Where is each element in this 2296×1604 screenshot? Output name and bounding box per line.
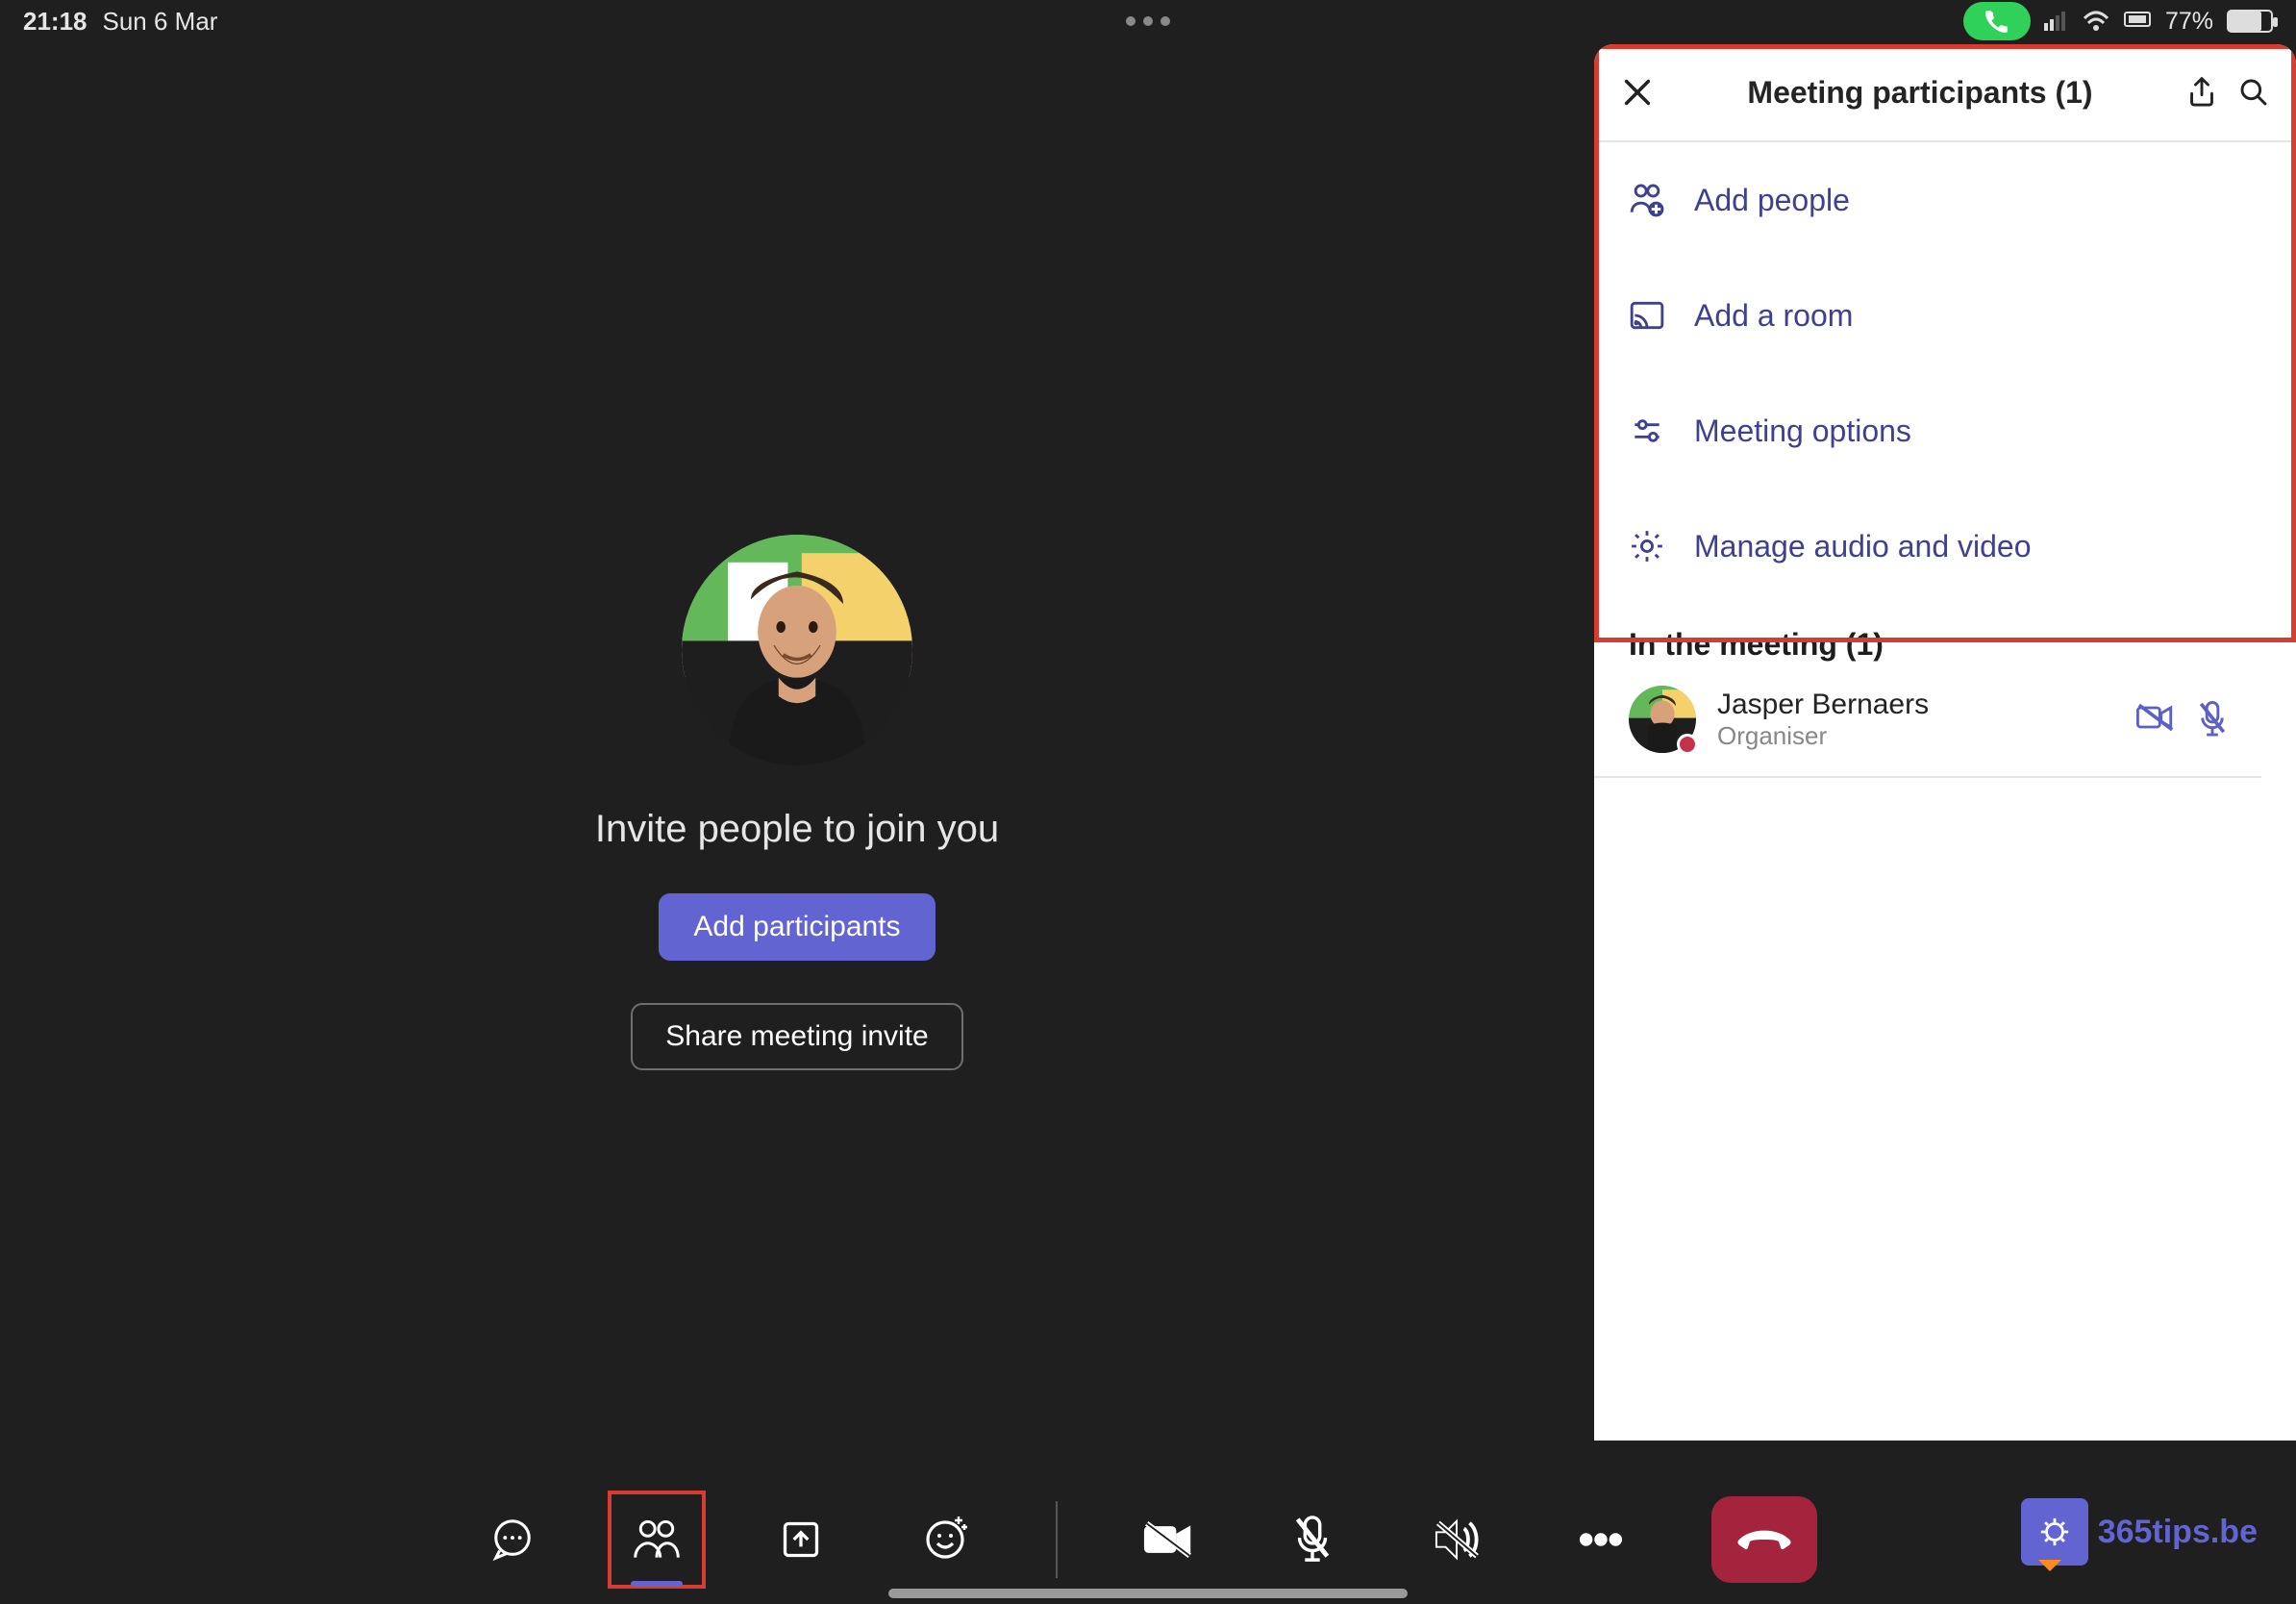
add-room-item[interactable]: Add a room <box>1594 258 2296 373</box>
toolbar-divider <box>1056 1501 1058 1578</box>
reactions-button[interactable] <box>911 1506 979 1573</box>
participant-row[interactable]: Jasper Bernaers Organiser <box>1594 676 2261 778</box>
carplay-icon <box>2123 11 2152 32</box>
add-room-label: Add a room <box>1694 298 1853 334</box>
phone-hangup-icon <box>1737 1525 1791 1554</box>
participant-avatar <box>1629 686 1696 753</box>
participants-button[interactable] <box>623 1506 690 1573</box>
gear-icon <box>1629 528 1665 564</box>
add-people-item[interactable]: Add people <box>1594 142 2296 258</box>
close-icon[interactable] <box>1621 76 1654 109</box>
search-icon[interactable] <box>2238 77 2269 108</box>
battery-icon <box>2227 10 2273 33</box>
home-indicator[interactable] <box>888 1589 1408 1598</box>
camera-off-button[interactable] <box>1135 1506 1202 1573</box>
participant-name: Jasper Bernaers <box>1717 689 1929 721</box>
more-actions-button[interactable] <box>1567 1506 1635 1573</box>
presence-dot-busy <box>1677 734 1698 755</box>
add-people-icon <box>1629 182 1665 218</box>
chat-button[interactable] <box>479 1506 546 1573</box>
share-icon[interactable] <box>2186 76 2217 109</box>
sliders-icon <box>1629 413 1665 449</box>
phone-icon <box>1984 8 2010 35</box>
meeting-options-label: Meeting options <box>1694 414 1911 449</box>
manage-av-item[interactable]: Manage audio and video <box>1594 489 2296 604</box>
add-people-label: Add people <box>1694 183 1850 218</box>
self-avatar <box>682 535 912 765</box>
speaker-off-button[interactable] <box>1423 1506 1490 1573</box>
call-indicator-pill[interactable] <box>1963 2 2031 40</box>
meeting-empty-state: Invite people to join you Add participan… <box>0 0 1594 1604</box>
cast-icon <box>1629 297 1665 334</box>
share-meeting-invite-button[interactable]: Share meeting invite <box>631 1003 963 1070</box>
invite-title: Invite people to join you <box>595 808 999 851</box>
panel-header: Meeting participants (1) <box>1594 44 2296 142</box>
manage-av-label: Manage audio and video <box>1694 529 2032 564</box>
meeting-options-item[interactable]: Meeting options <box>1594 373 2296 489</box>
in-meeting-section-title: In the meeting (1) <box>1594 604 2296 676</box>
panel-title: Meeting participants (1) <box>1747 75 2092 111</box>
battery-percent-label: 77% <box>2165 8 2213 36</box>
meeting-toolbar <box>0 1496 2296 1583</box>
watermark-logo: 365tips.be <box>2021 1498 2258 1566</box>
mic-off-button[interactable] <box>1279 1506 1346 1573</box>
logo-text: 365tips.be <box>2098 1514 2258 1551</box>
cellular-signal-icon <box>2044 12 2069 31</box>
share-content-button[interactable] <box>767 1506 835 1573</box>
participants-panel: Meeting participants (1) Add people Add … <box>1594 44 2296 1441</box>
logo-badge-icon <box>2021 1498 2088 1566</box>
participant-role: Organiser <box>1717 721 1929 751</box>
wifi-icon <box>2083 11 2109 32</box>
panel-actions-list: Add people Add a room Meeting options Ma… <box>1594 142 2296 604</box>
add-participants-button[interactable]: Add participants <box>659 893 935 961</box>
participant-camera-off-icon <box>2136 701 2175 734</box>
hangup-button[interactable] <box>1711 1496 1817 1583</box>
participant-mic-off-icon <box>2198 701 2227 738</box>
